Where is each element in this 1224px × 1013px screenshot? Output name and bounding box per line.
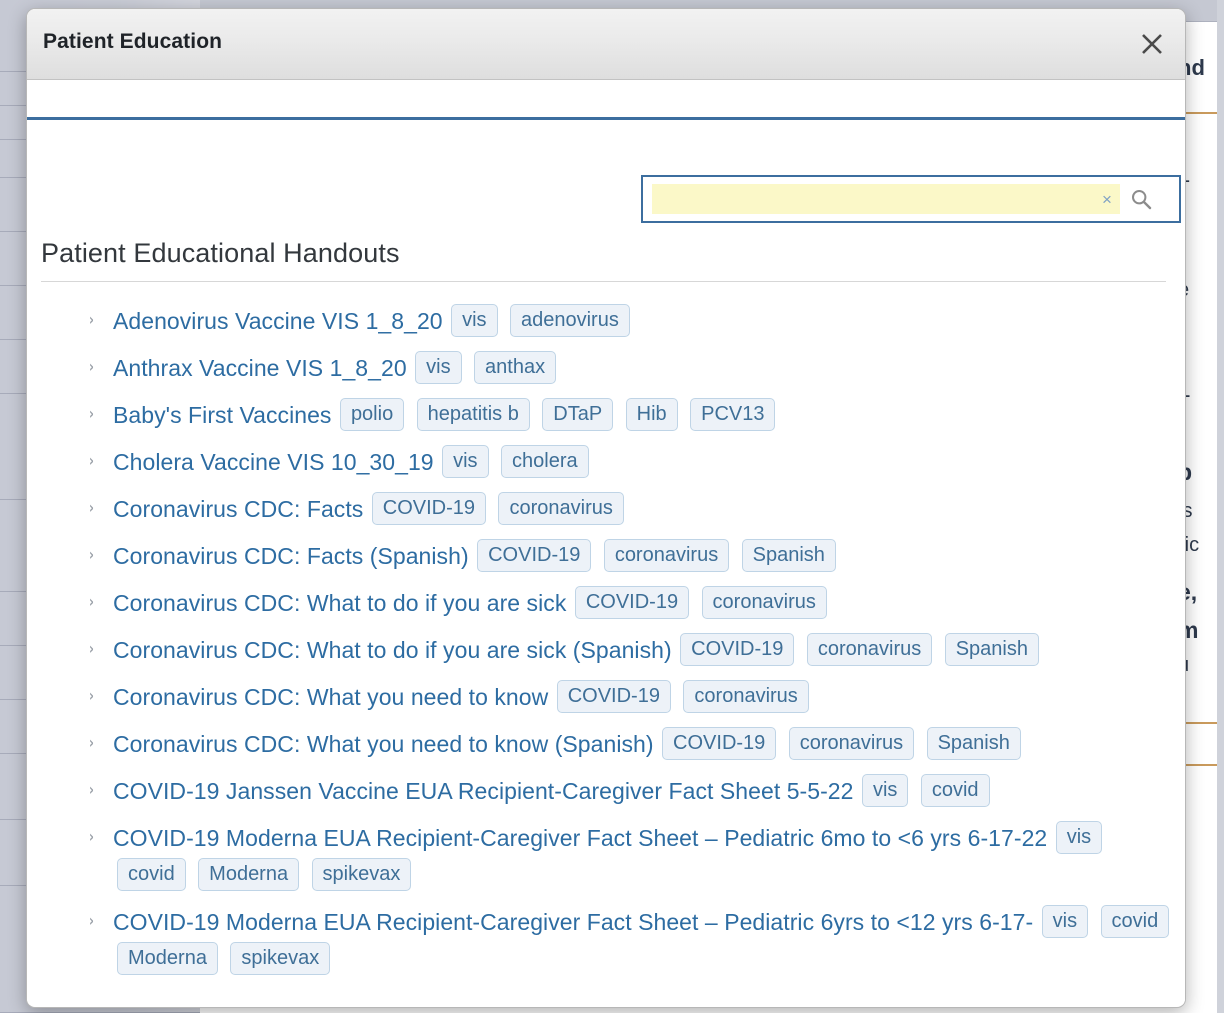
handout-tag[interactable]: COVID-19 (680, 633, 794, 666)
handout-tag[interactable]: vis (1056, 821, 1102, 854)
handout-tag[interactable]: anthax (474, 351, 556, 384)
chevron-right-icon: › (89, 494, 94, 522)
background-text-fragment: m (1184, 617, 1198, 644)
background-text-fragment: nd (1184, 55, 1205, 81)
handout-tag[interactable]: Spanish (927, 727, 1021, 760)
handout-row: › Coronavirus CDC: What to do if you are … (89, 633, 1179, 670)
handout-link[interactable]: COVID-19 Janssen Vaccine EUA Recipient-C… (113, 778, 854, 804)
handout-link[interactable]: Coronavirus CDC: Facts (113, 496, 363, 522)
handout-row: › Coronavirus CDC: Facts (Spanish) COVID-… (89, 539, 1179, 576)
handout-link[interactable]: Anthrax Vaccine VIS 1_8_20 (113, 355, 407, 381)
handout-tag[interactable]: coronavirus (498, 492, 623, 525)
handout-tag[interactable]: PCV13 (690, 398, 775, 431)
handout-link[interactable]: Adenovirus Vaccine VIS 1_8_20 (113, 308, 443, 334)
chevron-right-icon: › (89, 635, 94, 663)
handout-tag[interactable]: coronavirus (604, 539, 729, 572)
handout-link[interactable]: COVID-19 Moderna EUA Recipient-Caregiver… (113, 825, 1047, 851)
handout-tag[interactable]: spikevax (230, 942, 330, 975)
chevron-right-icon: › (89, 682, 94, 710)
handout-link[interactable]: Coronavirus CDC: What you need to know (113, 684, 548, 710)
chevron-right-icon: › (89, 588, 94, 616)
handout-tag[interactable]: Moderna (117, 942, 218, 975)
clear-search-icon[interactable]: × (1094, 185, 1120, 213)
handout-tag[interactable]: Spanish (742, 539, 836, 572)
chevron-right-icon: › (89, 776, 94, 804)
chevron-right-icon: › (89, 541, 94, 569)
close-icon[interactable] (1131, 23, 1173, 65)
handout-tag[interactable]: Moderna (198, 858, 299, 891)
handout-tag[interactable]: DTaP (542, 398, 613, 431)
chevron-right-icon: › (89, 306, 94, 334)
modal-header: Patient Education (27, 9, 1185, 80)
handout-tag[interactable]: Hib (626, 398, 678, 431)
handout-row: › Adenovirus Vaccine VIS 1_8_20 vis adeno… (89, 304, 1179, 341)
handout-link[interactable]: Coronavirus CDC: What you need to know (… (113, 731, 654, 757)
chevron-right-icon: › (89, 729, 94, 757)
chevron-right-icon: › (89, 400, 94, 428)
chevron-right-icon: › (89, 353, 94, 381)
page-title: Patient Educational Handouts (41, 238, 1166, 282)
handout-row: › COVID-19 Moderna EUA Recipient-Caregive… (89, 821, 1179, 895)
handout-row: › Baby's First Vaccines polio hepatitis b… (89, 398, 1179, 435)
handout-tag[interactable]: vis (442, 445, 488, 478)
handout-list: › Adenovirus Vaccine VIS 1_8_20 vis adeno… (89, 304, 1179, 989)
handout-tag[interactable]: coronavirus (683, 680, 808, 713)
handout-tag[interactable]: cholera (501, 445, 589, 478)
handout-tag[interactable]: COVID-19 (372, 492, 486, 525)
background-text-fragment: ric (1184, 534, 1199, 557)
handout-tag[interactable]: COVID-19 (662, 727, 776, 760)
handout-link[interactable]: COVID-19 Moderna EUA Recipient-Caregiver… (113, 909, 1033, 935)
handout-tag[interactable]: adenovirus (510, 304, 630, 337)
handout-row: › Anthrax Vaccine VIS 1_8_20 vis anthax (89, 351, 1179, 388)
handout-tag[interactable]: polio (340, 398, 404, 431)
search-icon[interactable] (1120, 179, 1162, 219)
handout-row: › Coronavirus CDC: What to do if you are … (89, 586, 1179, 623)
handout-tag[interactable]: COVID-19 (477, 539, 591, 572)
handout-tag[interactable]: hepatitis b (417, 398, 530, 431)
handout-link[interactable]: Baby's First Vaccines (113, 402, 331, 428)
handout-row: › Cholera Vaccine VIS 10_30_19 vis choler… (89, 445, 1179, 482)
handout-tag[interactable]: COVID-19 (575, 586, 689, 619)
modal-subheader-bar (27, 80, 1185, 120)
handout-tag[interactable]: coronavirus (807, 633, 932, 666)
handout-tag[interactable]: COVID-19 (557, 680, 671, 713)
handout-link[interactable]: Coronavirus CDC: Facts (Spanish) (113, 543, 469, 569)
handout-row: ›Coronavirus CDC: What you need to know … (89, 680, 1179, 717)
handout-row: › Coronavirus CDC: What you need to know … (89, 727, 1179, 764)
handout-tag[interactable]: covid (1101, 905, 1170, 938)
handout-tag[interactable]: coronavirus (702, 586, 827, 619)
chevron-right-icon: › (89, 907, 94, 935)
handout-tag[interactable]: spikevax (312, 858, 412, 891)
chevron-right-icon: › (89, 447, 94, 475)
handout-tag[interactable]: covid (921, 774, 990, 807)
page-scrollbar[interactable] (1217, 0, 1224, 1013)
patient-education-modal: Patient Education × Patient Educational … (26, 8, 1186, 1008)
handout-tag[interactable]: vis (451, 304, 497, 337)
search-input[interactable] (652, 185, 1094, 213)
search-field: × (652, 184, 1120, 214)
handout-tag[interactable]: vis (1042, 905, 1088, 938)
handout-row: › COVID-19 Moderna EUA Recipient-Caregive… (89, 905, 1179, 979)
handout-tag[interactable]: vis (862, 774, 908, 807)
handout-tag[interactable]: vis (415, 351, 461, 384)
handout-tag[interactable]: coronavirus (789, 727, 914, 760)
chevron-right-icon: › (89, 823, 94, 851)
handout-link[interactable]: Coronavirus CDC: What to do if you are s… (113, 637, 672, 663)
handout-tag[interactable]: Spanish (945, 633, 1039, 666)
handout-link[interactable]: Cholera Vaccine VIS 10_30_19 (113, 449, 434, 475)
handout-tag[interactable]: covid (117, 858, 186, 891)
modal-body: × Patient Educational Handouts › Adenovir… (27, 120, 1185, 1005)
handout-row: › COVID-19 Janssen Vaccine EUA Recipient-… (89, 774, 1179, 811)
modal-title: Patient Education (43, 30, 222, 54)
handout-row: › Coronavirus CDC: Facts COVID-19 coronav… (89, 492, 1179, 529)
handout-link[interactable]: Coronavirus CDC: What to do if you are s… (113, 590, 566, 616)
search-box: × (641, 175, 1181, 223)
